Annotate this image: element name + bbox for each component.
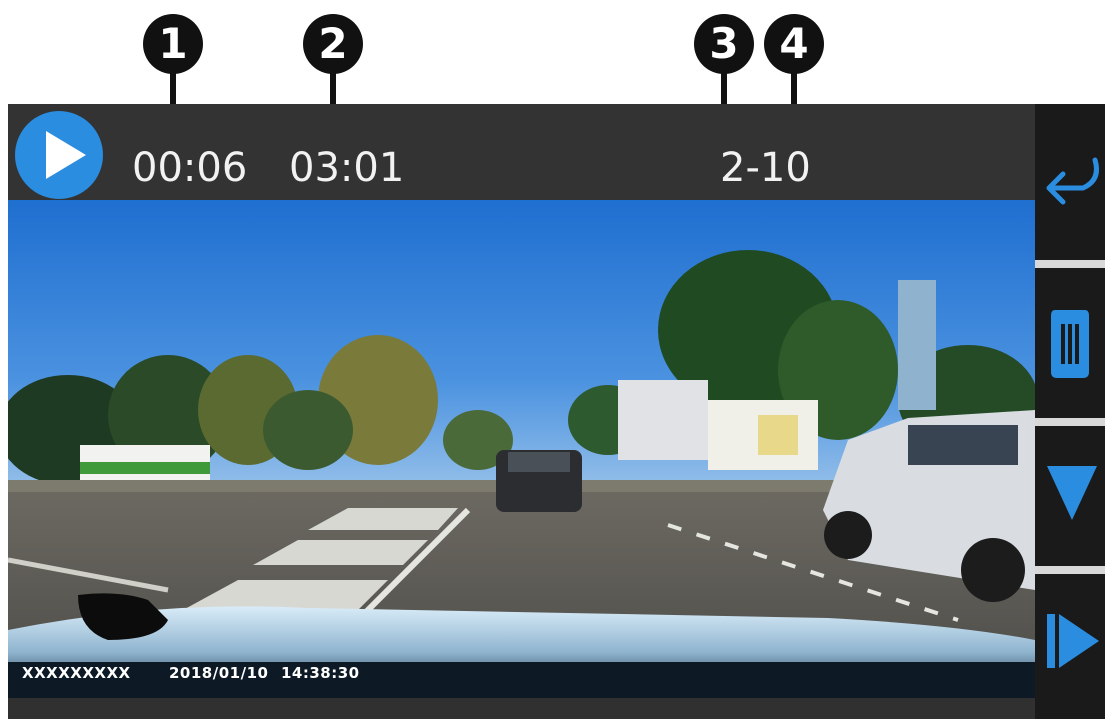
trash-icon [1051,310,1089,378]
triangle-down-icon [1047,466,1097,520]
dashcam-screen: 00:06 03:01 2-10 XXXXXXXXX 2018/01/10 14… [8,104,1105,719]
total-time: 03:01 [289,145,405,191]
bottom-bar [8,698,1035,719]
next-file-button[interactable] [1035,426,1105,576]
back-arrow-icon [1046,157,1099,205]
video-frame: XXXXXXXXX 2018/01/10 14:38:30 [8,200,1035,698]
callout-number: 4 [764,14,824,74]
sidebar-divider [1035,260,1105,268]
sidebar-divider [1035,418,1105,426]
fast-forward-icon [1047,614,1099,668]
callout-number: 2 [303,14,363,74]
play-button[interactable] [15,111,103,199]
overlay-date: 2018/01/10 [169,664,269,682]
delete-button[interactable] [1035,268,1105,418]
overlay-device-id: XXXXXXXXX [22,664,131,682]
playback-top-bar: 00:06 03:01 2-10 [8,104,1035,200]
control-sidebar [1035,104,1105,719]
play-icon [46,131,86,179]
file-index: 2-10 [720,145,811,191]
elapsed-time: 00:06 [132,145,248,191]
sidebar-divider [1035,566,1105,574]
callout-number: 3 [694,14,754,74]
road-scene-image [8,200,1035,698]
overlay-time: 14:38:30 [281,664,360,682]
fast-forward-button[interactable] [1035,574,1105,724]
back-button[interactable] [1035,104,1105,254]
callout-number: 1 [143,14,203,74]
